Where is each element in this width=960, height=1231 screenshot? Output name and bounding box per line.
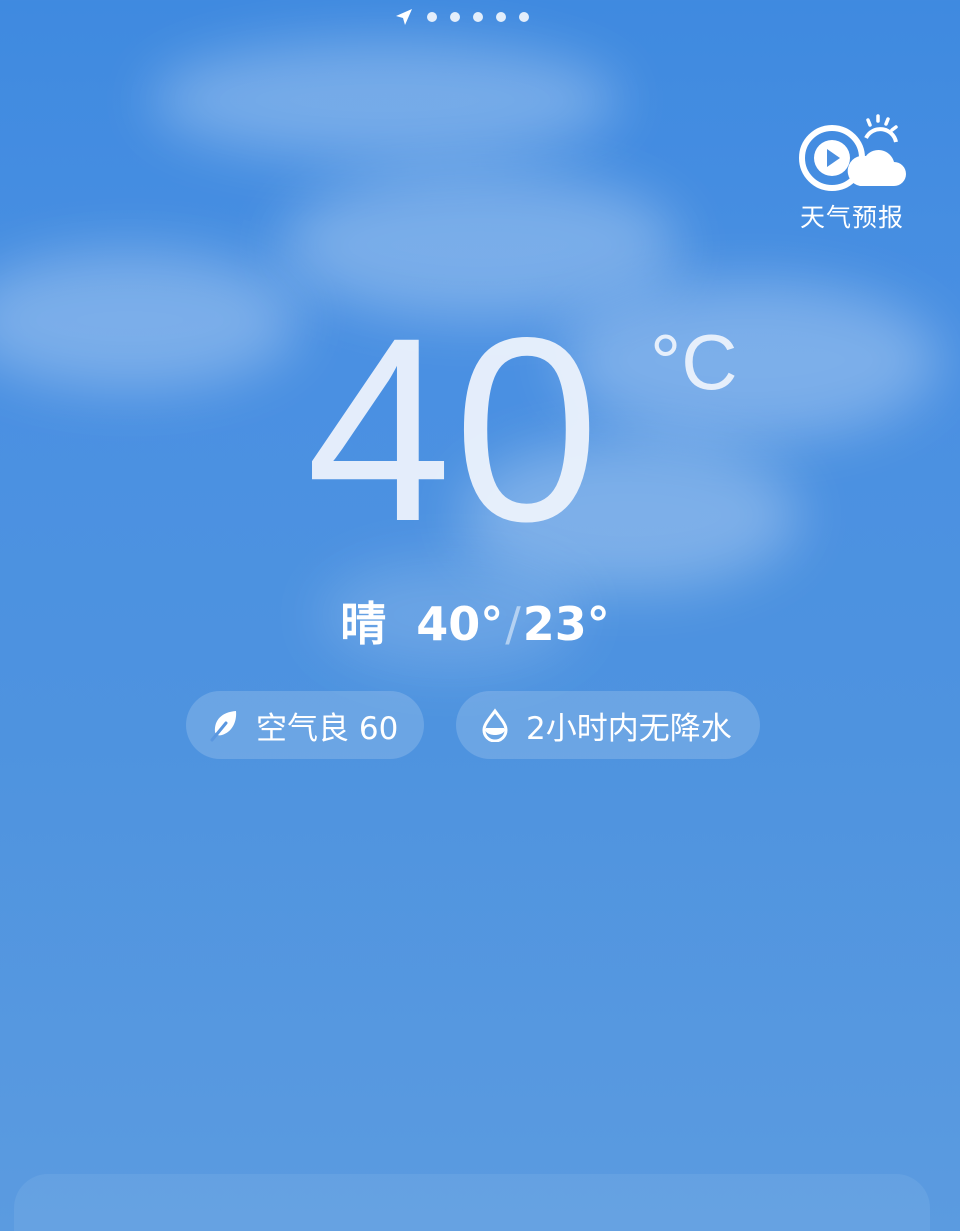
- page-dot[interactable]: [473, 12, 483, 22]
- low-temperature: 23°: [522, 597, 610, 651]
- weather-forecast-video-button[interactable]: 天气预报: [792, 112, 912, 234]
- leaf-icon: [210, 711, 237, 742]
- page-dot[interactable]: [519, 12, 529, 22]
- condition-summary: 晴 40° / 23°: [0, 588, 960, 654]
- precipitation-label: 2小时内无降水: [526, 710, 732, 747]
- high-temperature: 40°: [416, 597, 504, 651]
- city-pager[interactable]: [394, 6, 529, 28]
- location-arrow-icon: [396, 9, 412, 25]
- water-drop-icon: [482, 708, 508, 742]
- temperature-value: 40: [306, 283, 602, 576]
- page-dot[interactable]: [427, 12, 437, 22]
- page-dot[interactable]: [496, 12, 506, 22]
- air-quality-chip[interactable]: 空气良 60: [186, 691, 424, 759]
- weather-video-icon: [799, 114, 906, 191]
- air-quality-label: 空气良 60: [256, 710, 399, 747]
- temp-separator: /: [505, 597, 521, 651]
- condition-text: 晴: [340, 597, 387, 651]
- temperature-unit: °C: [650, 318, 738, 406]
- precipitation-chip[interactable]: 2小时内无降水: [456, 691, 760, 759]
- current-temperature: 40 °C: [0, 283, 960, 576]
- info-chips: 空气良 60 2小时内无降水: [186, 691, 760, 759]
- forecast-card: [14, 1174, 930, 1231]
- page-dot[interactable]: [450, 12, 460, 22]
- forecast-label: 天气预报: [799, 203, 904, 232]
